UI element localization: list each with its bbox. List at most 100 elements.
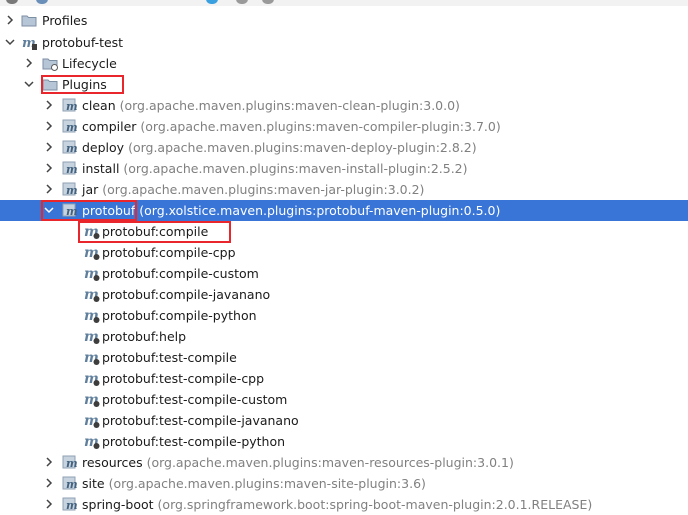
maven-goal-icon: m [84,286,101,303]
chevron-down-icon[interactable] [44,205,54,215]
goal-label: protobuf:compile-python [102,308,257,323]
plugin-label: site (org.apache.maven.plugins:maven-sit… [82,475,426,492]
svg-text:m: m [66,478,78,491]
plugin-name: deploy [82,140,125,155]
plugins-label: Plugins [62,77,107,92]
chevron-right-icon[interactable] [44,184,54,194]
lifecycle-label: Lifecycle [62,56,117,71]
chevron-right-icon[interactable] [44,100,54,110]
maven-goal-icon: m [84,244,101,261]
tree-node-plugins[interactable]: Plugins [0,74,688,95]
tree-node-goal[interactable]: m protobuf:compile [0,221,688,242]
chevron-right-icon[interactable] [5,15,15,25]
tree-node-plugin-install[interactable]: m install (org.apache.maven.plugins:maven… [0,158,688,179]
chevron-right-icon[interactable] [44,121,54,131]
chevron-right-icon[interactable] [44,142,54,152]
plugin-coordinates: (org.apache.maven.plugins:maven-site-plu… [108,476,426,491]
goal-label: protobuf:test-compile-javanano [102,413,299,428]
run-icon[interactable] [206,0,218,4]
tree-node-plugin-clean[interactable]: m clean (org.apache.maven.plugins:maven-c… [0,95,688,116]
tree-node-goal[interactable]: m protobuf:test-compile [0,347,688,368]
maven-plugin-icon: m [62,160,79,177]
tree-node-plugin-resources[interactable]: m resources (org.apache.maven.plugins:mav… [0,452,688,473]
maven-goal-icon: m [84,391,101,408]
tree-node-plugin-compiler[interactable]: m compiler (org.apache.maven.plugins:mave… [0,116,688,137]
svg-text:m: m [66,499,78,512]
tree-node-goal[interactable]: m protobuf:compile-custom [0,263,688,284]
tree-node-lifecycle[interactable]: Lifecycle [0,53,688,74]
plugin-name: resources [82,455,143,470]
plugin-label: clean (org.apache.maven.plugins:maven-cl… [82,97,460,114]
svg-text:m: m [66,163,78,176]
plugin-name: jar [82,182,99,197]
tree-node-goal[interactable]: m protobuf:test-compile-python [0,431,688,452]
plugin-coordinates: (org.springframework.boot:spring-boot-ma… [157,497,593,512]
goal-label: protobuf:compile [102,224,209,239]
plugin-name: protobuf [82,203,136,218]
maven-plugin-icon: m [62,454,79,471]
tree-node-protobuf-plugin[interactable]: m protobuf (org.xolstice.maven.plugins:p… [0,200,688,221]
tree-node-profiles[interactable]: Profiles [0,10,688,31]
reimport-icon[interactable] [36,0,48,4]
chevron-right-icon[interactable] [44,478,54,488]
maven-goal-icon: m [84,349,101,366]
svg-text:m: m [66,457,78,470]
maven-goal-icon: m [84,223,101,240]
chevron-down-icon[interactable] [24,79,34,89]
refresh-icon[interactable] [6,0,18,4]
plugin-label: resources (org.apache.maven.plugins:mave… [82,454,514,471]
maven-plugin-icon: m [62,496,79,513]
plugin-name: install [82,161,120,176]
goal-label: protobuf:compile-cpp [102,245,236,260]
chevron-right-icon[interactable] [44,163,54,173]
svg-text:m: m [66,184,78,197]
plugin-name: clean [82,98,116,113]
maven-goal-icon: m [84,307,101,324]
maven-plugin-icon: m [62,202,79,219]
maven-plugin-icon: m [62,97,79,114]
chevron-right-icon[interactable] [24,58,34,68]
tree-node-plugin-jar[interactable]: m jar (org.apache.maven.plugins:maven-jar… [0,179,688,200]
maven-plugin-icon: m [62,139,79,156]
plugin-label: deploy (org.apache.maven.plugins:maven-d… [82,139,477,156]
maven-goal-icon: m [84,328,101,345]
maven-plugin-icon: m [62,181,79,198]
tree-node-goal[interactable]: m protobuf:help [0,326,688,347]
maven-goal-icon: m [84,433,101,450]
goal-label: protobuf:help [102,329,187,344]
chevron-right-icon[interactable] [44,457,54,467]
goal-label: protobuf:compile-custom [102,266,259,281]
toolbar-strip [0,0,688,6]
tree-node-goal[interactable]: m protobuf:test-compile-javanano [0,410,688,431]
maven-plugin-icon: m [62,475,79,492]
folder-icon [21,12,38,29]
tree-node-goal[interactable]: m protobuf:test-compile-cpp [0,368,688,389]
tree-node-goal[interactable]: m protobuf:compile-cpp [0,242,688,263]
svg-text:m: m [66,121,78,134]
goal-label: protobuf:test-compile-custom [102,392,288,407]
plugin-label: install (org.apache.maven.plugins:maven-… [82,160,468,177]
chevron-down-icon[interactable] [5,37,15,47]
tree-node-plugin-spring-boot[interactable]: m spring-boot (org.springframework.boot:s… [0,494,688,515]
plugin-name: spring-boot [82,497,154,512]
maven-plugin-icon: m [62,118,79,135]
tree-node-goal[interactable]: m protobuf:compile-javanano [0,284,688,305]
goal-label: protobuf:test-compile-cpp [102,371,265,386]
tree-node-plugin-deploy[interactable]: m deploy (org.apache.maven.plugins:maven-… [0,137,688,158]
svg-text:m: m [66,205,78,218]
tree-node-goal[interactable]: m protobuf:test-compile-custom [0,389,688,410]
tree-node-plugin-site[interactable]: m site (org.apache.maven.plugins:maven-si… [0,473,688,494]
tree-node-goal[interactable]: m protobuf:compile-python [0,305,688,326]
plugin-label: protobuf (org.xolstice.maven.plugins:pro… [82,202,500,219]
chevron-right-icon[interactable] [44,499,54,509]
maven-goal-icon: m [84,370,101,387]
plugin-coordinates: (org.apache.maven.plugins:maven-resource… [146,455,514,470]
plugin-name: compiler [82,119,137,134]
folder-icon [42,76,59,93]
tree-node-project[interactable]: m protobuf-test [0,32,688,53]
collapse-all-icon[interactable] [262,0,274,4]
goal-label: protobuf:compile-javanano [102,287,271,302]
toggle-offline-icon[interactable] [236,0,248,4]
plugin-coordinates: (org.apache.maven.plugins:maven-deploy-p… [128,140,477,155]
profiles-label: Profiles [42,13,88,28]
